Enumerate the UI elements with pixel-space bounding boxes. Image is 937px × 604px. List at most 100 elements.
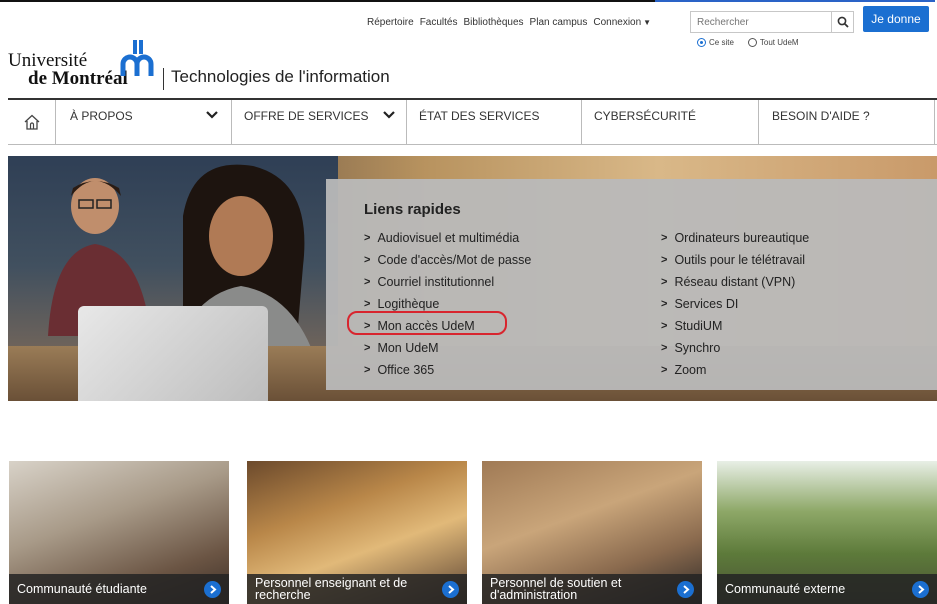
card-caption: Personnel de soutien et d'administration: [482, 574, 702, 604]
chevron-right-icon: >: [364, 364, 371, 376]
card-personnel-enseignant[interactable]: Personnel enseignant et de recherche: [247, 461, 467, 604]
chevron-right-icon: >: [661, 364, 668, 376]
chevron-right-icon: >: [661, 276, 668, 288]
quick-link[interactable]: > Audiovisuel et multimédia: [364, 227, 531, 249]
link-plan-campus[interactable]: Plan campus: [530, 17, 588, 28]
nav-cybersecurite[interactable]: CYBERSÉCURITÉ: [582, 100, 759, 144]
donate-button[interactable]: Je donne: [863, 6, 929, 32]
scope-all-radio[interactable]: Tout UdeM: [747, 38, 799, 47]
quick-link-label: Courriel institutionnel: [377, 275, 495, 289]
quick-links-col1: > Audiovisuel et multimédia > Code d'accès…: [364, 227, 531, 381]
chevron-right-icon: >: [661, 298, 668, 310]
search-field[interactable]: [690, 11, 832, 33]
quick-link[interactable]: > Office 365: [364, 359, 531, 381]
quick-link-label: Mon accès UdeM: [377, 319, 475, 333]
link-connexion[interactable]: Connexion ▼: [593, 17, 651, 28]
card-communaute-etudiante[interactable]: Communauté étudiante: [9, 461, 229, 604]
search-scope: Ce site Tout UdeM: [697, 38, 799, 47]
arrow-right-icon: [204, 580, 221, 598]
home-icon: [24, 114, 39, 130]
link-bibliotheques[interactable]: Bibliothèques: [464, 17, 524, 28]
quick-link-label: Ordinateurs bureautique: [674, 231, 810, 245]
arrow-right-icon: [442, 580, 459, 598]
quick-links-col2: > Ordinateurs bureautique > Outils pour le…: [661, 227, 809, 381]
quick-link[interactable]: > Mon UdeM: [364, 337, 531, 359]
nav-offre-services[interactable]: OFFRE DE SERVICES: [232, 100, 407, 144]
quick-link-label: Logithèque: [377, 297, 440, 311]
quick-link-label: Zoom: [674, 363, 707, 377]
chevron-right-icon: >: [364, 276, 371, 288]
quick-link[interactable]: > Zoom: [661, 359, 809, 381]
quick-link[interactable]: > Code d'accès/Mot de passe: [364, 249, 531, 271]
chevron-right-icon: >: [661, 232, 668, 244]
chevron-down-icon: [206, 111, 218, 119]
quick-link[interactable]: > Courriel institutionnel: [364, 271, 531, 293]
quick-link-label: Réseau distant (VPN): [674, 275, 796, 289]
card-communaute-externe[interactable]: Communauté externe: [717, 461, 937, 604]
chevron-down-icon: [383, 111, 395, 119]
card-label: Communauté étudiante: [17, 582, 147, 596]
quick-link[interactable]: > Logithèque: [364, 293, 531, 315]
radio-empty-icon: [747, 38, 757, 47]
quick-links-title: Liens rapides: [364, 201, 461, 218]
quick-links-panel: Liens rapides > Audiovisuel et multimédia…: [326, 179, 937, 390]
quick-link-label: Outils pour le télétravail: [674, 253, 806, 267]
quick-link-label: Services DI: [674, 297, 739, 311]
top-strip-dark: [0, 0, 655, 2]
chevron-right-icon: >: [364, 342, 371, 354]
chevron-right-icon: >: [364, 232, 371, 244]
arrow-right-icon: [677, 580, 694, 598]
card-caption: Communauté étudiante: [9, 574, 229, 604]
top-strip-link: [655, 0, 935, 2]
quick-link-mon-acces-udem[interactable]: > Mon accès UdeM: [364, 315, 531, 337]
search-button[interactable]: [832, 11, 854, 33]
arrow-right-icon: [912, 580, 929, 598]
home-button[interactable]: [8, 100, 56, 144]
laptop-image: [78, 306, 268, 401]
nav-a-propos[interactable]: À PROPOS: [56, 100, 232, 144]
nav-besoin-aide[interactable]: BESOIN D'AIDE ?: [759, 100, 935, 144]
quick-link-label: StudiUM: [674, 319, 723, 333]
quick-link-label: Office 365: [377, 363, 435, 377]
chevron-right-icon: >: [364, 254, 371, 266]
card-caption: Personnel enseignant et de recherche: [247, 574, 467, 604]
caret-down-icon: ▼: [643, 18, 652, 27]
unit-name: Technologies de l'information: [171, 67, 390, 86]
quick-link-label: Audiovisuel et multimédia: [377, 231, 520, 245]
nav-etat-services-label: ÉTAT DES SERVICES: [419, 109, 540, 123]
quick-link-label: Mon UdeM: [377, 341, 439, 355]
scope-all-label: Tout UdeM: [759, 38, 799, 47]
nav-cybersecurite-label: CYBERSÉCURITÉ: [594, 109, 697, 123]
quick-link[interactable]: > Outils pour le télétravail: [661, 249, 809, 271]
quick-link[interactable]: > Ordinateurs bureautique: [661, 227, 809, 249]
card-caption: Communauté externe: [717, 574, 937, 604]
nav-a-propos-label: À PROPOS: [70, 109, 133, 123]
quick-link[interactable]: > Réseau distant (VPN): [661, 271, 809, 293]
utility-links: Répertoire Facultés Bibliothèques Plan c…: [367, 17, 651, 28]
card-label: Communauté externe: [725, 582, 846, 596]
connexion-label: Connexion: [593, 17, 642, 28]
scope-site-label: Ce site: [709, 38, 734, 47]
udem-logo-icon: [120, 40, 154, 76]
search-icon: [837, 16, 849, 28]
quick-link-label: Code d'accès/Mot de passe: [377, 253, 532, 267]
card-personnel-soutien[interactable]: Personnel de soutien et d'administration: [482, 461, 702, 604]
chevron-right-icon: >: [661, 342, 668, 354]
scope-site-radio[interactable]: Ce site: [697, 38, 734, 47]
chevron-right-icon: >: [661, 254, 668, 266]
chevron-right-icon: >: [364, 298, 371, 310]
main-nav: À PROPOS OFFRE DE SERVICES ÉTAT DES SERV…: [8, 98, 937, 145]
link-repertoire[interactable]: Répertoire: [367, 17, 414, 28]
quick-link-label: Synchro: [674, 341, 721, 355]
quick-link[interactable]: > Services DI: [661, 293, 809, 315]
nav-etat-services[interactable]: ÉTAT DES SERVICES: [407, 100, 582, 144]
radio-selected-icon: [697, 38, 706, 47]
search-input[interactable]: [691, 12, 831, 33]
quick-link[interactable]: > StudiUM: [661, 315, 809, 337]
nav-offre-services-label: OFFRE DE SERVICES: [244, 109, 369, 123]
card-label: Personnel de soutien et d'administration: [490, 576, 622, 602]
brand-line2: de Montréal: [28, 68, 128, 89]
quick-link[interactable]: > Synchro: [661, 337, 809, 359]
link-facultes[interactable]: Facultés: [420, 17, 458, 28]
brand-divider: [163, 68, 164, 90]
